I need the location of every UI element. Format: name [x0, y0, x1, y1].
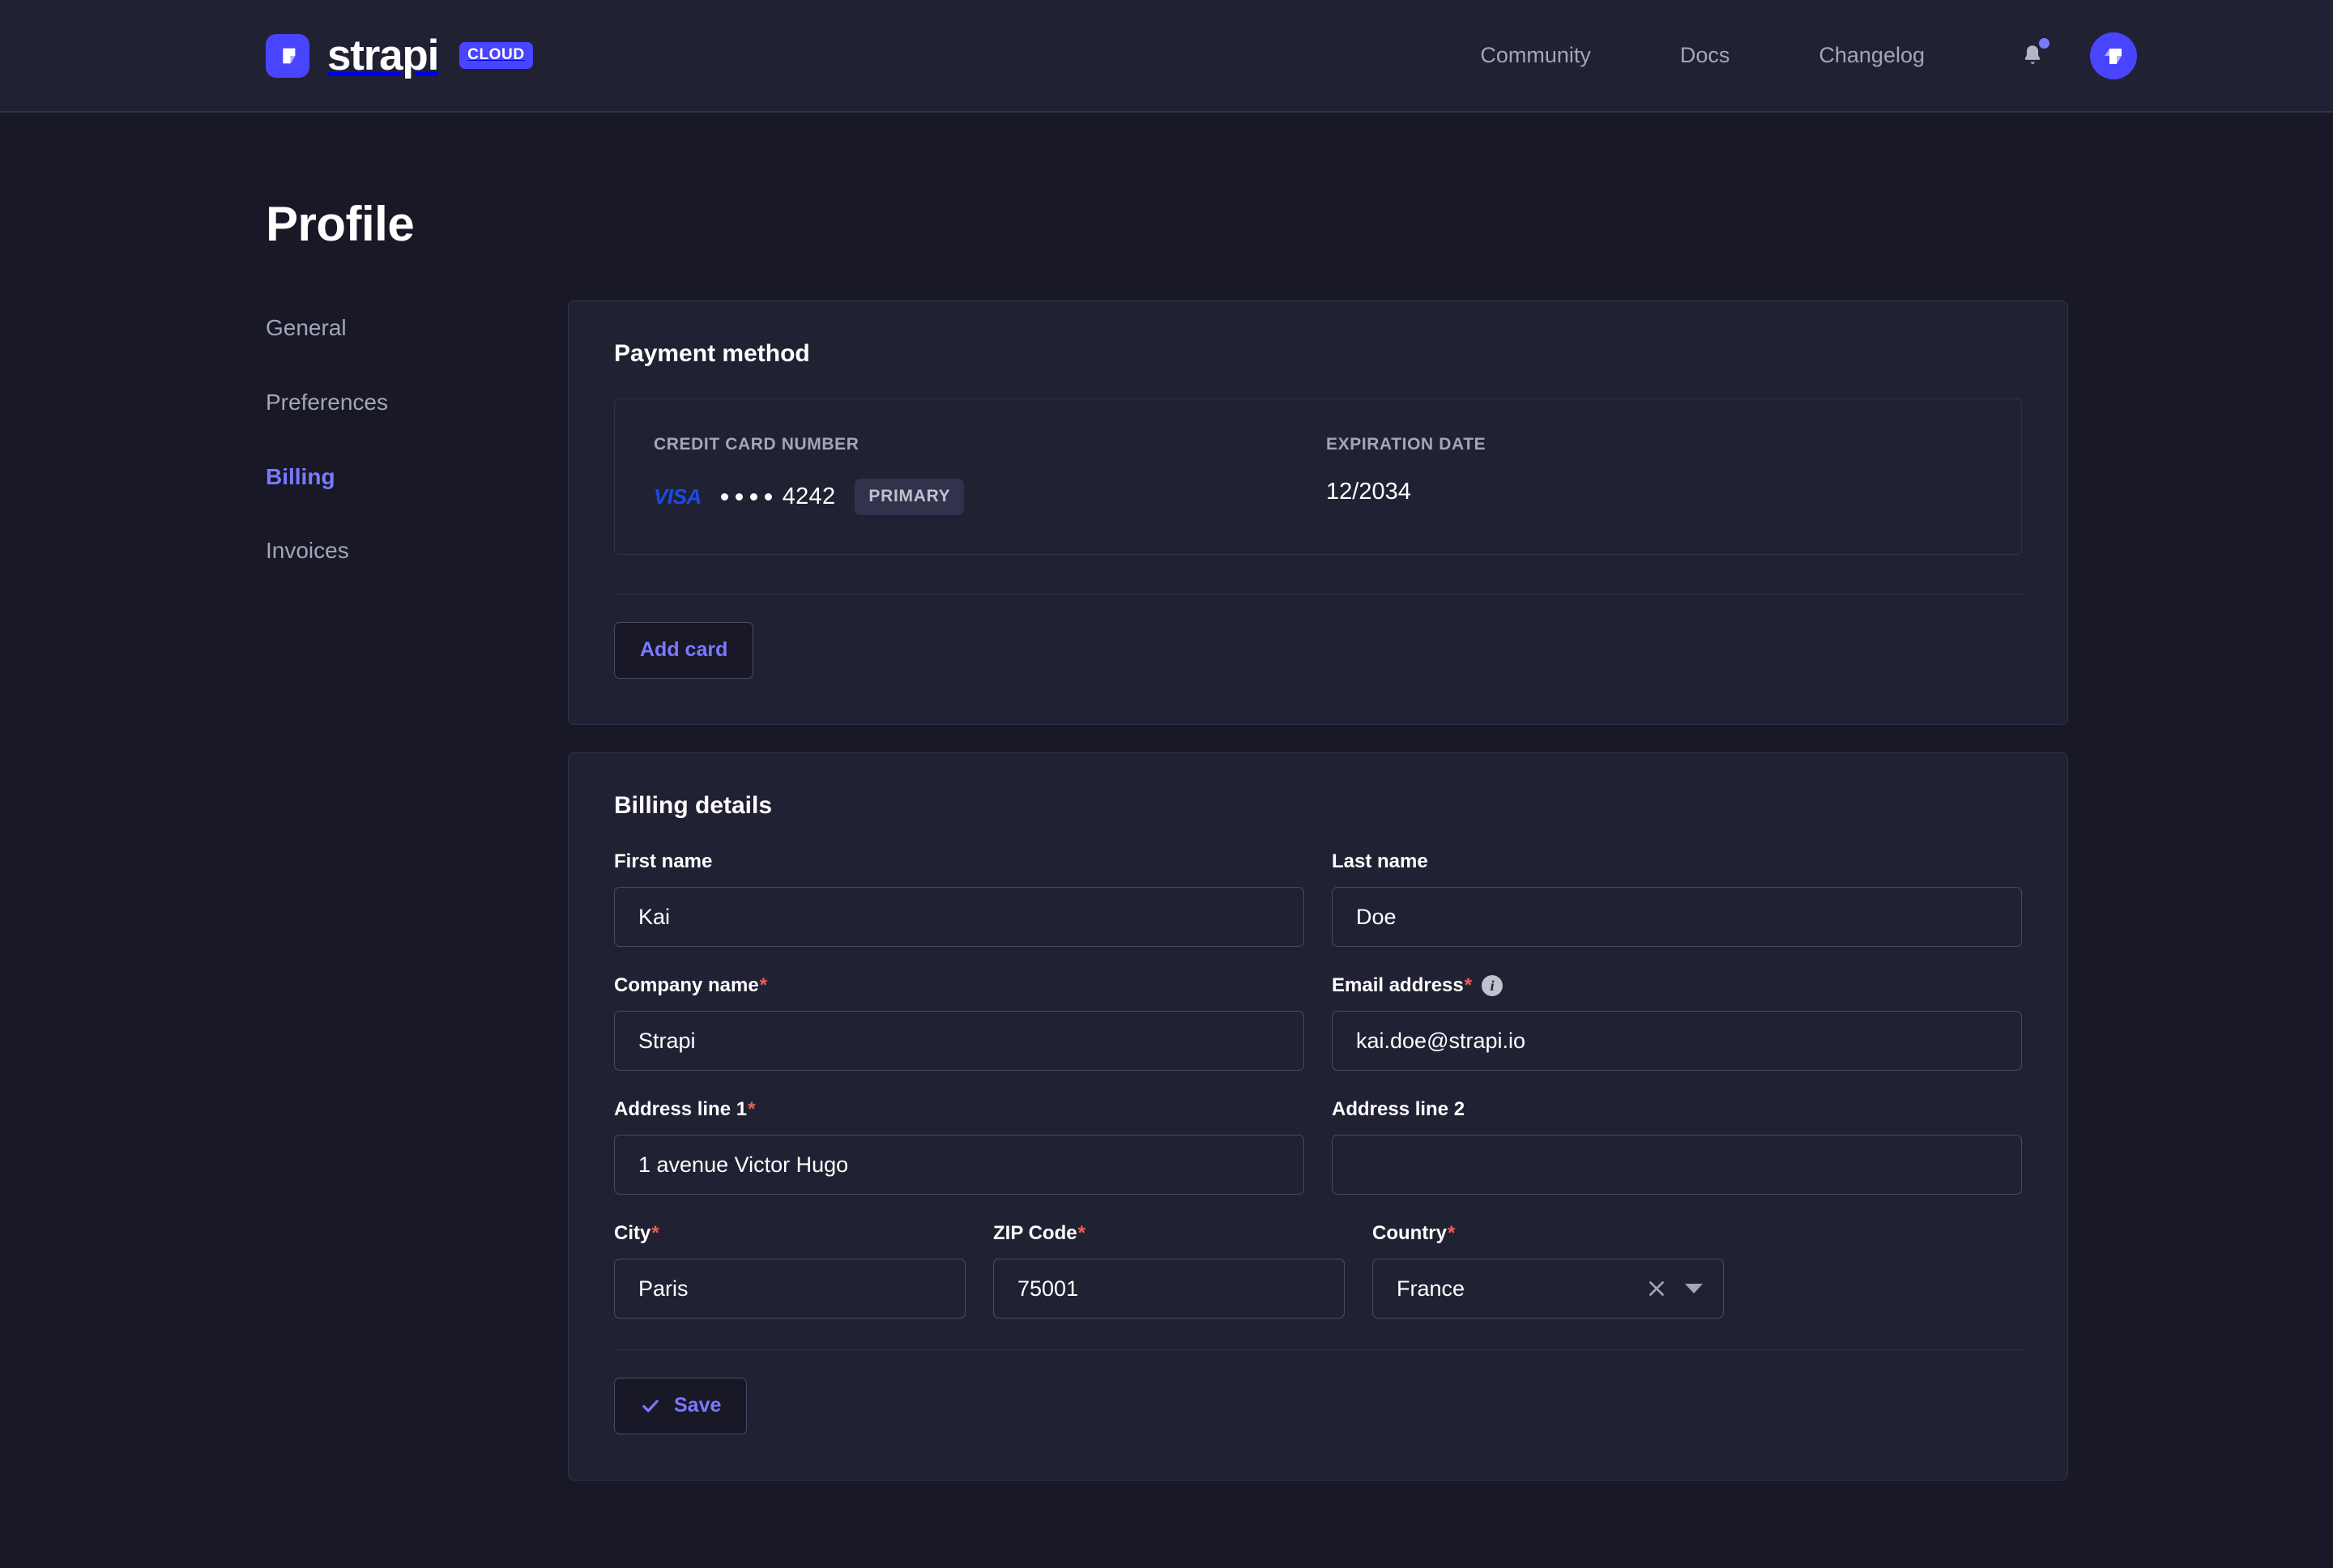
form-row-company-email: Company name * Email address * i [614, 974, 2022, 1071]
page-title: Profile [266, 196, 2333, 252]
city-input[interactable] [614, 1259, 966, 1319]
top-navigation-bar: strapi CLOUD Community Docs Changelog [0, 0, 2333, 113]
required-asterisk: * [1078, 1222, 1085, 1245]
last-name-input[interactable] [1332, 887, 2022, 947]
field-country: Country * [1372, 1222, 1724, 1319]
billing-details-card: Billing details First name Last name [568, 752, 2068, 1481]
nav-link-community[interactable]: Community [1480, 43, 1591, 68]
nav-link-docs[interactable]: Docs [1680, 43, 1730, 68]
required-asterisk: * [760, 974, 767, 997]
email-address-input[interactable] [1332, 1011, 2022, 1071]
strapi-avatar-icon [2101, 43, 2126, 69]
saved-card-row: CREDIT CARD NUMBER VISA 4242 PRIMARY EXP… [614, 398, 2022, 555]
sidebar-item-invoices[interactable]: Invoices [266, 539, 568, 564]
card-mask-dots [721, 493, 772, 501]
country-select[interactable] [1372, 1259, 1724, 1319]
zip-code-label: ZIP Code * [993, 1222, 1345, 1245]
check-icon [640, 1395, 661, 1417]
avatar[interactable] [2090, 32, 2137, 79]
visa-logo-icon: VISA [654, 484, 702, 509]
company-name-label-text: Company name [614, 974, 759, 997]
payment-method-title: Payment method [614, 340, 2022, 368]
field-address-line-1: Address line 1 * [614, 1098, 1304, 1195]
top-nav-links: Community Docs Changelog [1480, 32, 2137, 79]
sidebar-item-preferences[interactable]: Preferences [266, 390, 568, 415]
required-asterisk: * [651, 1222, 659, 1245]
form-row-address: Address line 1 * Address line 2 [614, 1098, 2022, 1195]
expiration-column: EXPIRATION DATE 12/2034 [1326, 435, 1486, 515]
card-number-masked: 4242 [721, 484, 836, 510]
billing-form-divider [614, 1349, 2022, 1350]
add-card-label: Add card [640, 638, 727, 662]
required-asterisk: * [1465, 974, 1472, 997]
form-row-names: First name Last name [614, 850, 2022, 947]
form-row-city-zip-country: City * ZIP Code * Coun [614, 1222, 2022, 1319]
credit-card-column: CREDIT CARD NUMBER VISA 4242 PRIMARY [654, 435, 1326, 515]
address-line-1-label-text: Address line 1 [614, 1098, 747, 1121]
notifications-button[interactable] [2014, 37, 2051, 75]
zip-code-input[interactable] [993, 1259, 1345, 1319]
page-layout: General Preferences Billing Invoices Pay… [0, 300, 2333, 1481]
country-input[interactable] [1372, 1259, 1724, 1319]
brand-logo-link[interactable]: strapi CLOUD [266, 31, 533, 80]
cloud-badge: CLOUD [459, 42, 533, 69]
chevron-down-icon[interactable] [1685, 1284, 1703, 1293]
first-name-label-text: First name [614, 850, 712, 873]
first-name-input[interactable] [614, 887, 1304, 947]
zip-code-label-text: ZIP Code [993, 1222, 1077, 1245]
billing-content: Payment method CREDIT CARD NUMBER VISA 4… [568, 300, 2068, 1481]
payment-method-card: Payment method CREDIT CARD NUMBER VISA 4… [568, 300, 2068, 725]
field-company-name: Company name * [614, 974, 1304, 1071]
card-last-four: 4242 [783, 484, 836, 510]
nav-link-changelog[interactable]: Changelog [1819, 43, 1925, 68]
first-name-label: First name [614, 850, 1304, 873]
address-line-2-label-text: Address line 2 [1332, 1098, 1465, 1121]
required-asterisk: * [748, 1098, 755, 1121]
field-last-name: Last name [1332, 850, 2022, 947]
required-asterisk: * [1448, 1222, 1455, 1245]
strapi-logo-icon [266, 34, 309, 78]
field-address-line-2: Address line 2 [1332, 1098, 2022, 1195]
email-address-label-text: Email address [1332, 974, 1464, 997]
clear-icon[interactable] [1643, 1275, 1670, 1302]
page-container: Profile General Preferences Billing Invo… [0, 196, 2333, 1481]
profile-sidebar: General Preferences Billing Invoices [266, 300, 568, 564]
company-name-input[interactable] [614, 1011, 1304, 1071]
company-name-label: Company name * [614, 974, 1304, 997]
billing-details-title: Billing details [614, 792, 2022, 820]
country-label: Country * [1372, 1222, 1724, 1245]
expiration-date-label: EXPIRATION DATE [1326, 435, 1486, 454]
credit-card-number-label: CREDIT CARD NUMBER [654, 435, 1326, 454]
expiration-date-value: 12/2034 [1326, 479, 1486, 505]
country-label-text: Country [1372, 1222, 1447, 1245]
brand-wordmark: strapi [327, 31, 438, 80]
save-button[interactable]: Save [614, 1378, 747, 1434]
field-zip-code: ZIP Code * [993, 1222, 1345, 1319]
address-line-1-input[interactable] [614, 1135, 1304, 1195]
city-label: City * [614, 1222, 966, 1245]
address-line-2-label: Address line 2 [1332, 1098, 2022, 1121]
sidebar-item-general[interactable]: General [266, 316, 568, 341]
email-address-label: Email address * i [1332, 974, 2022, 997]
address-line-2-input[interactable] [1332, 1135, 2022, 1195]
add-card-button[interactable]: Add card [614, 622, 753, 679]
save-label: Save [674, 1394, 721, 1417]
field-city: City * [614, 1222, 966, 1319]
last-name-label: Last name [1332, 850, 2022, 873]
city-label-text: City [614, 1222, 650, 1245]
notification-dot [2039, 38, 2049, 49]
sidebar-item-billing[interactable]: Billing [266, 465, 568, 490]
primary-badge: PRIMARY [855, 479, 964, 515]
last-name-label-text: Last name [1332, 850, 1428, 873]
info-icon[interactable]: i [1482, 975, 1503, 996]
address-line-1-label: Address line 1 * [614, 1098, 1304, 1121]
field-email-address: Email address * i [1332, 974, 2022, 1071]
field-first-name: First name [614, 850, 1304, 947]
